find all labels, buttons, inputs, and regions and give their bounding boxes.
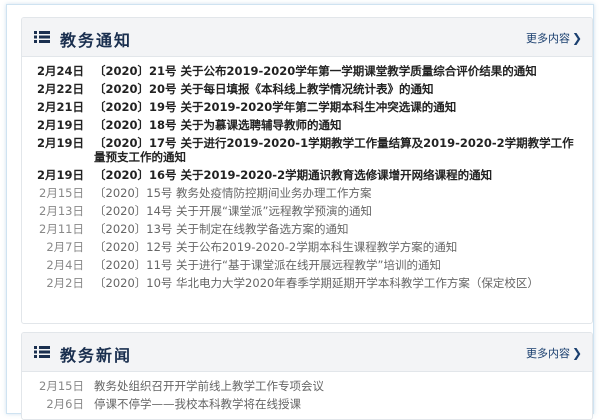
item-date: 2月6日	[46, 397, 84, 411]
item-link[interactable]: 〔2020〕13号 关于制定在线教学备选方案的通知	[94, 220, 580, 238]
item-date: 2月24日	[36, 64, 84, 78]
chevron-right-icon[interactable]: ❯	[572, 31, 582, 45]
notice-panel: 教务通知 更多内容 ❯ 2月24日 〔2020〕21号 关于公布2019-2020…	[21, 17, 593, 324]
page-frame: 教务通知 更多内容 ❯ 2月24日 〔2020〕21号 关于公布2019-2020…	[6, 4, 594, 420]
notice-title: 教务通知	[60, 31, 133, 50]
item-link[interactable]: 〔2020〕14号 关于开展“课堂派”远程教学预演的通知	[94, 202, 580, 220]
item-link[interactable]: 〔2020〕17号 关于进行2019-2020-1学期教学工作量结算及2019-…	[94, 134, 580, 166]
item-date: 2月7日	[46, 240, 84, 254]
list-item[interactable]: 2月19日 〔2020〕18号 关于为慕课选聘辅导教师的通知	[22, 116, 592, 134]
notice-header: 教务通知 更多内容 ❯	[22, 18, 592, 57]
item-date: 2月11日	[39, 222, 84, 236]
item-date: 2月15日	[39, 379, 84, 393]
list-item[interactable]: 2月7日 〔2020〕12号 关于公布2019-2020-2学期本科生课程教学方案…	[22, 238, 592, 256]
news-list: 2月15日 教务处组织召开开学前线上教学工作专项会议 2月6日 停课不停学——我校本科…	[22, 377, 592, 413]
list-item[interactable]: 2月11日 〔2020〕13号 关于制定在线教学备选方案的通知	[22, 220, 592, 238]
list-item[interactable]: 2月21日 〔2020〕19号 关于2019-2020学年第二学期本科生冲突选课的…	[22, 98, 592, 116]
list-item[interactable]: 2月19日 〔2020〕17号 关于进行2019-2020-1学期教学工作量结算及…	[22, 134, 592, 166]
list-item[interactable]: 2月19日 〔2020〕16号 关于2019-2020-2学期通识教育选修课增开网…	[22, 166, 592, 184]
item-date: 2月19日	[36, 118, 84, 132]
notice-list: 2月24日 〔2020〕21号 关于公布2019-2020学年第一学期课堂教学质量…	[22, 62, 592, 292]
item-date: 2月13日	[39, 204, 84, 218]
notice-more-link[interactable]: 更多内容	[526, 30, 570, 46]
item-link[interactable]: 〔2020〕12号 关于公布2019-2020-2学期本科生课程教学方案的通知	[94, 238, 580, 256]
item-link[interactable]: 〔2020〕11号 关于进行“基于课堂派在线开展远程教学”培训的通知	[94, 256, 580, 274]
news-title: 教务新闻	[60, 346, 133, 365]
item-link[interactable]: 〔2020〕15号 教务处疫情防控期间业务办理工作方案	[94, 184, 580, 202]
list-item[interactable]: 2月2日 〔2020〕10号 华北电力大学2020年春季学期延期开学本科教学工作方…	[22, 274, 592, 292]
news-more-link[interactable]: 更多内容	[526, 345, 570, 361]
item-link[interactable]: 〔2020〕10号 华北电力大学2020年春季学期延期开学本科教学工作方案（保定…	[94, 274, 580, 292]
item-link[interactable]: 〔2020〕16号 关于2019-2020-2学期通识教育选修课增开网络课程的通…	[94, 166, 580, 184]
item-date: 2月21日	[36, 100, 84, 114]
list-item[interactable]: 2月22日 〔2020〕20号 关于每日填报《本科线上教学情况统计表》的通知	[22, 80, 592, 98]
list-icon	[34, 31, 50, 43]
chevron-right-icon[interactable]: ❯	[572, 346, 582, 360]
item-link[interactable]: 教务处组织召开开学前线上教学工作专项会议	[94, 377, 580, 395]
news-panel: 教务新闻 更多内容 ❯ 2月15日 教务处组织召开开学前线上教学工作专项会议 2月6…	[21, 332, 593, 420]
item-date: 2月22日	[36, 82, 84, 96]
item-date: 2月19日	[36, 136, 84, 150]
item-date: 2月15日	[39, 186, 84, 200]
item-link[interactable]: 〔2020〕18号 关于为慕课选聘辅导教师的通知	[94, 116, 580, 134]
list-item[interactable]: 2月6日 停课不停学——我校本科教学将在线授课	[22, 395, 592, 413]
item-date: 2月4日	[46, 258, 84, 272]
item-date: 2月2日	[46, 276, 84, 290]
list-item[interactable]: 2月15日 〔2020〕15号 教务处疫情防控期间业务办理工作方案	[22, 184, 592, 202]
item-link[interactable]: 停课不停学——我校本科教学将在线授课	[94, 395, 580, 413]
list-item[interactable]: 2月24日 〔2020〕21号 关于公布2019-2020学年第一学期课堂教学质量…	[22, 62, 592, 80]
item-link[interactable]: 〔2020〕20号 关于每日填报《本科线上教学情况统计表》的通知	[94, 80, 580, 98]
list-icon	[34, 346, 50, 358]
item-date: 2月19日	[36, 168, 84, 182]
list-item[interactable]: 2月15日 教务处组织召开开学前线上教学工作专项会议	[22, 377, 592, 395]
item-link[interactable]: 〔2020〕21号 关于公布2019-2020学年第一学期课堂教学质量综合评价结…	[94, 62, 580, 80]
list-item[interactable]: 2月4日 〔2020〕11号 关于进行“基于课堂派在线开展远程教学”培训的通知	[22, 256, 592, 274]
item-link[interactable]: 〔2020〕19号 关于2019-2020学年第二学期本科生冲突选课的通知	[94, 98, 580, 116]
list-item[interactable]: 2月13日 〔2020〕14号 关于开展“课堂派”远程教学预演的通知	[22, 202, 592, 220]
news-header: 教务新闻 更多内容 ❯	[22, 333, 592, 372]
